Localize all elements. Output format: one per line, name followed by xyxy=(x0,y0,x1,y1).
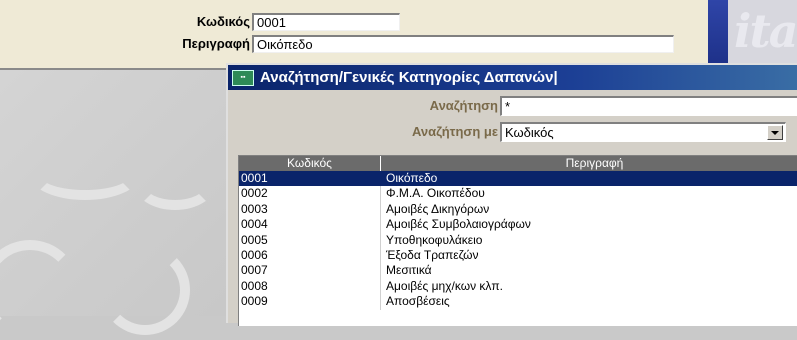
window-border-strip xyxy=(708,0,728,70)
cell-description: Αποσβέσεις xyxy=(386,294,450,309)
watermark-swirl xyxy=(100,245,190,335)
background-logo-decoration: ita xyxy=(728,0,797,70)
description-field[interactable]: Οικόπεδο xyxy=(252,35,674,53)
cell-description: Αμοιβές Δικηγόρων xyxy=(386,201,490,216)
cell-description: Έξοδα Τραπεζών xyxy=(386,247,479,262)
cell-code: 0006 xyxy=(239,247,381,264)
table-row[interactable]: 0006 Έξοδα Τραπεζών xyxy=(239,247,797,264)
cell-code: 0005 xyxy=(239,232,381,248)
grid-body: 0001 Οικόπεδο 0002 Φ.Μ.Α. Οικοπέδου 0003 Αμοι… xyxy=(239,171,797,310)
cell-description: Αμοιβές μηχ/κων κλπ. xyxy=(386,278,504,293)
cell-code: 0007 xyxy=(239,263,381,279)
cell-code: 0009 xyxy=(239,294,381,310)
record-form-panel: Κωδικός 0001 Περιγραφή Οικόπεδο xyxy=(0,0,710,70)
column-header-code[interactable]: Κωδικός xyxy=(239,156,381,171)
cell-code: 0001 xyxy=(239,171,381,187)
cell-description: Μεσιτικά xyxy=(386,263,432,278)
table-row[interactable]: 0009 Αποσβέσεις xyxy=(239,294,797,310)
cell-code: 0002 xyxy=(239,186,381,202)
chevron-down-icon xyxy=(771,130,779,135)
table-row[interactable]: 0008 Αμοιβές μηχ/κων κλπ. xyxy=(239,278,797,295)
table-row[interactable]: 0002 Φ.Μ.Α. Οικοπέδου xyxy=(239,186,797,202)
search-label: Αναζήτηση xyxy=(429,98,498,113)
cell-description: Φ.Μ.Α. Οικοπέδου xyxy=(386,186,485,201)
search-by-label: Αναζήτηση με xyxy=(411,124,498,139)
search-by-value: Κωδικός xyxy=(505,125,554,140)
table-row[interactable]: 0004 Αμοιβές Συμβολαιογράφων xyxy=(239,217,797,233)
grid-header: Κωδικός Περιγραφή xyxy=(239,156,797,171)
cell-code: 0008 xyxy=(239,278,381,295)
dialog-title: Αναζήτηση/Γενικές Κατηγορίες Δαπανών| xyxy=(260,69,558,86)
column-header-description[interactable]: Περιγραφή xyxy=(381,156,797,171)
search-dialog: ▪▪ Αναζήτηση/Γενικές Κατηγορίες Δαπανών|… xyxy=(226,63,797,326)
results-grid: Κωδικός Περιγραφή 0001 Οικόπεδο 0002 Φ.Μ.Α.… xyxy=(238,155,797,326)
cell-code: 0004 xyxy=(239,217,381,233)
table-row[interactable]: 0001 Οικόπεδο xyxy=(239,171,797,187)
table-row[interactable]: 0005 Υποθηκοφυλάκειο xyxy=(239,232,797,248)
dialog-title-bar[interactable]: ▪▪ Αναζήτηση/Γενικές Κατηγορίες Δαπανών| xyxy=(228,65,797,90)
watermark-swirl xyxy=(30,150,140,200)
table-row[interactable]: 0003 Αμοιβές Δικηγόρων xyxy=(239,201,797,218)
description-label: Περιγραφή xyxy=(182,36,250,51)
cell-description: Οικόπεδο xyxy=(386,171,438,185)
watermark-swirl xyxy=(135,160,215,210)
dropdown-button[interactable] xyxy=(767,125,783,140)
code-label: Κωδικός xyxy=(196,14,250,29)
cell-code: 0003 xyxy=(239,201,381,218)
table-row[interactable]: 0007 Μεσιτικά xyxy=(239,263,797,279)
search-input[interactable]: * xyxy=(500,96,797,116)
app-icon: ▪▪ xyxy=(232,69,254,86)
cell-description: Υποθηκοφυλάκειο xyxy=(386,232,483,247)
search-by-select[interactable]: Κωδικός xyxy=(500,122,786,142)
cell-description: Αμοιβές Συμβολαιογράφων xyxy=(386,217,531,232)
code-field[interactable]: 0001 xyxy=(252,13,400,31)
watermark-swirl xyxy=(0,240,80,340)
